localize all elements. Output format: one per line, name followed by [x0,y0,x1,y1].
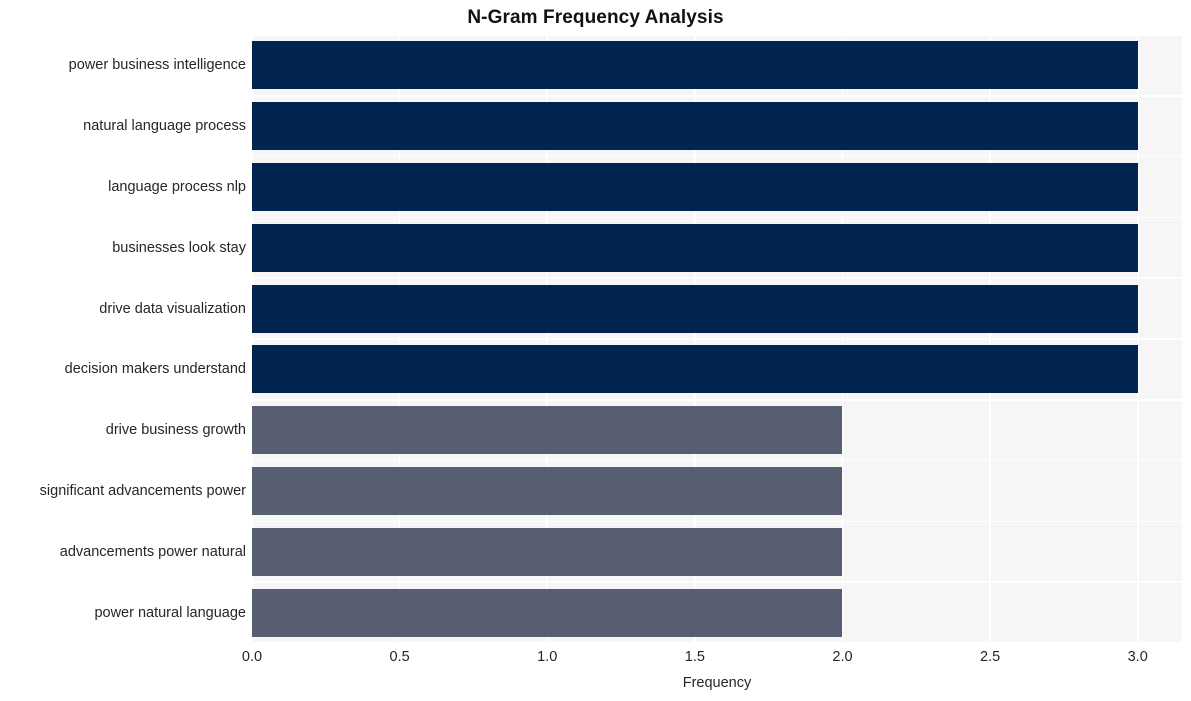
x-tick-label: 2.0 [832,649,853,665]
x-axis-tick-labels: 0.0 0.5 1.0 1.5 2.0 2.5 3.0 [242,643,1182,673]
y-tick-label: language process nlp [108,179,246,195]
x-tick-label: 1.5 [684,649,705,665]
bar [252,467,843,515]
bar [252,284,1138,333]
y-tick-label: significant advancements power [39,483,246,499]
y-tick-label: power natural language [94,604,246,621]
bar [252,527,843,576]
x-tick-label: 0.0 [241,649,263,665]
y-tick-label: businesses look stay [112,239,246,256]
y-tick-label: advancements power natural [59,543,246,560]
y-tick-label: natural language process [83,118,246,135]
y-tick-label: drive business growth [105,422,246,439]
gridline-horizontal [252,155,1182,158]
chart-title: N-Gram Frequency Analysis [467,7,724,28]
bar [252,345,1138,394]
gridline-horizontal [252,399,1182,401]
y-tick-label: power business intelligence [68,57,246,74]
gridline-horizontal [252,95,1182,97]
x-tick-label: 2.5 [980,649,1001,665]
gridline-horizontal [252,216,1182,219]
plot-area [252,35,1182,643]
x-tick-label: 0.5 [389,649,410,665]
bar [252,41,1138,90]
gridline-horizontal [252,338,1182,340]
gridline-horizontal [252,459,1182,462]
chart-figure: N-Gram Frequency Analysis power business… [0,0,1191,701]
y-tick-label: decision makers understand [64,361,246,378]
gridline-horizontal [252,35,1182,36]
y-tick-label: drive data visualization [99,300,246,317]
x-tick-label: 1.0 [537,649,558,665]
x-tick-label: 3.0 [1127,649,1148,665]
bar [252,163,1138,211]
gridline-horizontal [252,520,1182,523]
gridline-horizontal [252,277,1182,279]
x-axis-label: Frequency [682,675,752,691]
gridline-horizontal [252,581,1182,583]
y-axis-tick-labels: power business intelligence natural langu… [0,35,246,643]
bar [252,102,1138,151]
bar [252,588,843,637]
bar [252,223,1138,272]
bar [252,406,843,455]
